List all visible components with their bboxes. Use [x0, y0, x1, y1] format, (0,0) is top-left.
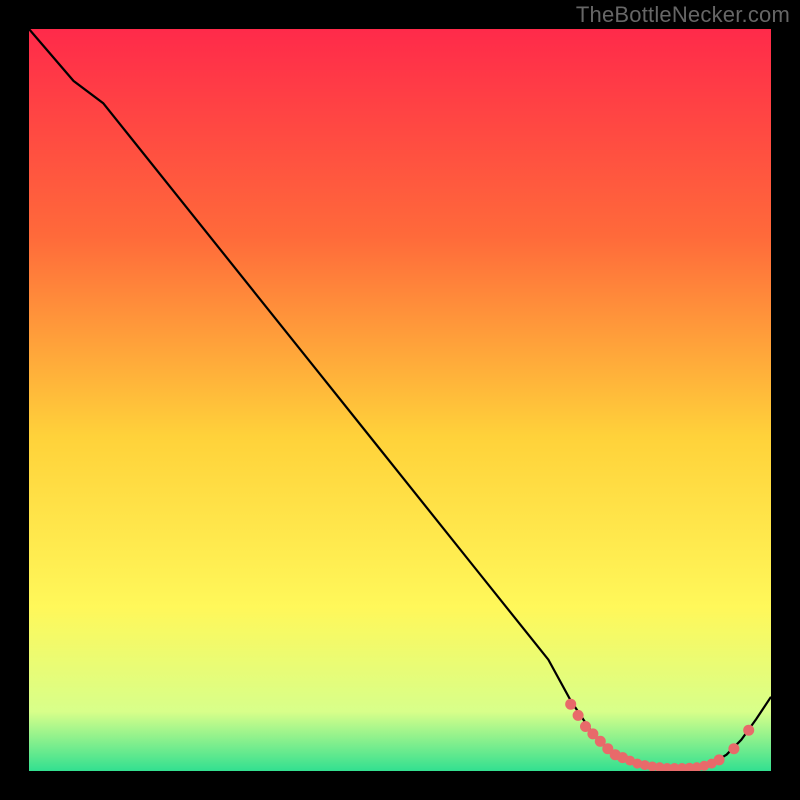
marker-point [728, 743, 739, 754]
marker-point [714, 754, 725, 765]
watermark-text: TheBottleNecker.com [576, 2, 790, 28]
marker-point [573, 710, 584, 721]
marker-point [743, 725, 754, 736]
chart-svg [29, 29, 771, 771]
chart-container: TheBottleNecker.com [0, 0, 800, 800]
gradient-background [29, 29, 771, 771]
plot-area [29, 29, 771, 771]
marker-point [565, 699, 576, 710]
